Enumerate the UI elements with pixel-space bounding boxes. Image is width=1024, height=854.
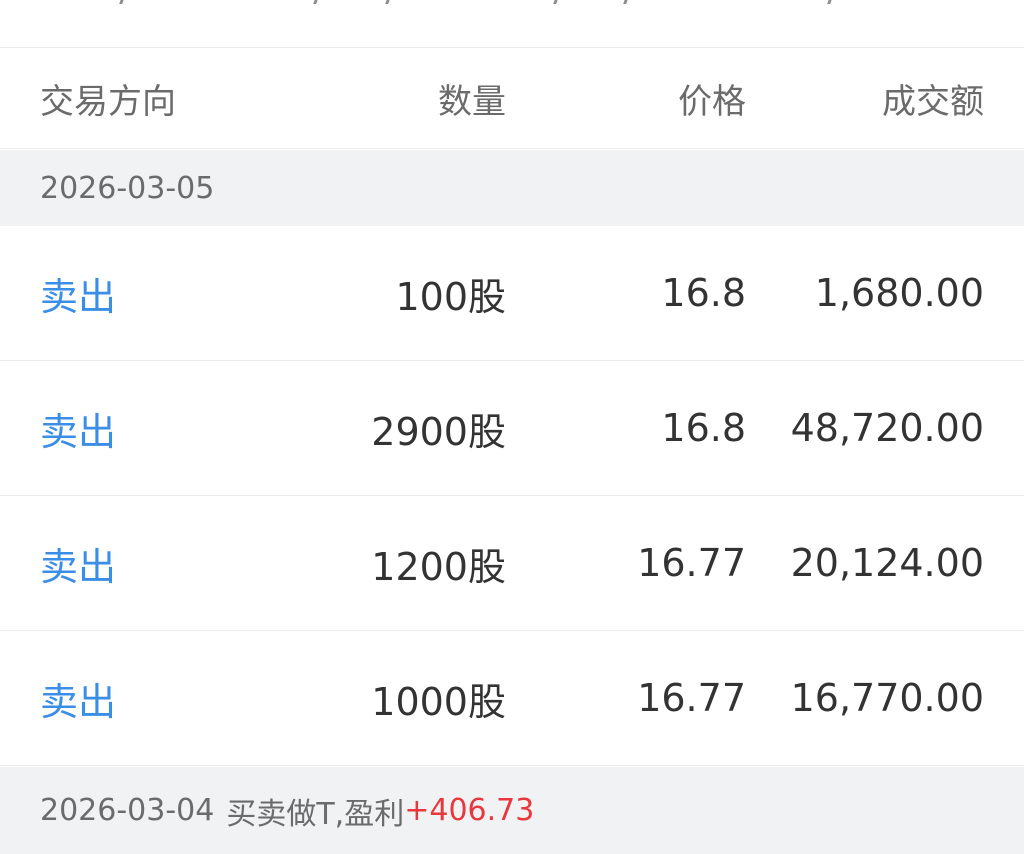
group-note: 买卖做T,盈利 [226,796,405,832]
trade-row[interactable]: 卖出 1000股 16.77 16,770.00 [0,631,1024,766]
trade-direction: 卖出 [40,409,117,454]
separator-mark [824,0,834,4]
trade-amount: 16,770.00 [790,676,984,720]
trade-price: 16.77 [637,541,746,585]
trade-row[interactable]: 卖出 2900股 16.8 48,720.00 [0,361,1024,496]
trade-direction: 卖出 [40,679,117,724]
group-date: 2026-03-05 [40,170,215,206]
trade-price: 16.77 [637,676,746,720]
separator-mark [116,0,126,4]
trade-quantity: 1200股 [371,544,506,589]
trade-quantity: 1000股 [371,679,506,724]
group-date: 2026-03-04 [40,793,215,828]
header-amount: 成交额 [882,82,984,122]
group-profit: +406.73 [404,793,535,828]
date-group-header: 2026-03-05 [0,150,1024,226]
table-header: 交易方向 数量 价格 成交额 [0,49,1024,149]
separator-mark [550,0,560,4]
trade-quantity: 2900股 [371,409,506,454]
trade-direction: 卖出 [40,544,117,589]
trade-quantity: 100股 [395,274,506,319]
trade-price: 16.8 [661,406,746,450]
separator-mark [620,0,630,4]
separator-mark [382,0,392,4]
trade-price: 16.8 [661,271,746,315]
trade-row[interactable]: 卖出 1200股 16.77 20,124.00 [0,496,1024,631]
header-price: 价格 [678,82,746,122]
trade-amount: 1,680.00 [814,271,984,315]
previous-content-strip [0,0,1024,48]
header-quantity: 数量 [438,82,506,122]
header-direction: 交易方向 [40,82,176,122]
trade-direction: 卖出 [40,274,117,319]
separator-mark [310,0,320,4]
date-group-header: 2026-03-04 买卖做T,盈利 +406.73 [0,767,1024,854]
trade-amount: 48,720.00 [790,406,984,450]
trade-history-page: 交易方向 数量 价格 成交额 2026-03-05 卖出 100股 16.8 1… [0,0,1024,854]
trade-row[interactable]: 卖出 100股 16.8 1,680.00 [0,226,1024,361]
trade-amount: 20,124.00 [790,541,984,585]
